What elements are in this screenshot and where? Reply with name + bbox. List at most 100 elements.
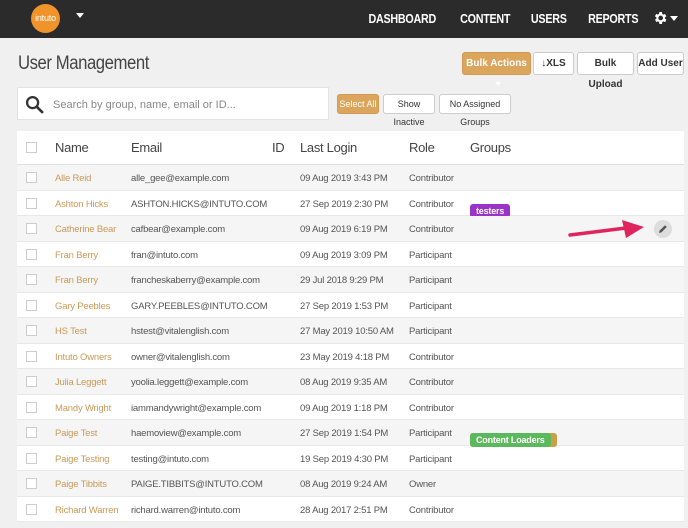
row-checkbox[interactable] bbox=[26, 503, 37, 515]
user-last-login: 09 Aug 2019 3:09 PM bbox=[300, 249, 388, 261]
top-nav-bar: intuto DASHBOARD CONTENT USERS REPORTS bbox=[0, 0, 688, 38]
row-checkbox[interactable] bbox=[26, 248, 37, 260]
user-last-login: 23 May 2019 4:18 PM bbox=[300, 351, 390, 363]
user-last-login: 27 Sep 2019 1:53 PM bbox=[300, 300, 389, 312]
user-email: PAIGE.TIBBITS@INTUTO.COM bbox=[131, 479, 263, 490]
table-row[interactable]: HS Test hstest@vitalenglish.com 27 May 201… bbox=[17, 318, 684, 344]
user-last-login: 27 Sep 2019 2:30 PM bbox=[300, 198, 389, 210]
add-user-button[interactable]: Add User bbox=[637, 52, 684, 75]
table-row[interactable]: Paige Tibbits PAIGE.TIBBITS@INTUTO.COM 08 … bbox=[17, 471, 684, 497]
gear-icon[interactable] bbox=[652, 10, 668, 26]
select-all-checkbox[interactable] bbox=[26, 142, 37, 153]
user-email: francheskaberry@example.com bbox=[131, 275, 260, 286]
user-role: Participant bbox=[409, 453, 452, 465]
user-email: alle_gee@example.com bbox=[131, 173, 230, 184]
nav-content[interactable]: CONTENT bbox=[460, 12, 510, 26]
user-name-link[interactable]: Paige Testing bbox=[55, 454, 109, 465]
row-checkbox[interactable] bbox=[26, 401, 37, 413]
user-last-login: 28 Aug 2017 2:51 PM bbox=[300, 504, 388, 516]
header-role[interactable]: Role bbox=[409, 140, 435, 155]
user-name-link[interactable]: Julia Leggett bbox=[55, 377, 106, 388]
user-name-link[interactable]: Paige Tibbits bbox=[55, 479, 107, 490]
row-checkbox[interactable] bbox=[26, 478, 37, 489]
user-name-link[interactable]: Paige Test bbox=[55, 428, 97, 439]
row-checkbox[interactable] bbox=[26, 376, 37, 387]
annotation-arrow bbox=[568, 220, 644, 238]
user-role: Contributor bbox=[409, 198, 454, 210]
row-checkbox[interactable] bbox=[26, 274, 37, 285]
user-role: Participant bbox=[409, 275, 452, 286]
table-row[interactable]: Gary Peebles GARY.PEEBLES@INTUTO.COM 27 Se… bbox=[17, 293, 684, 318]
user-name-link[interactable]: Catherine Bear bbox=[55, 224, 116, 235]
nav-users[interactable]: USERS bbox=[531, 12, 567, 26]
row-checkbox[interactable] bbox=[26, 299, 37, 311]
user-email: iammandywright@example.com bbox=[131, 402, 262, 414]
search-input[interactable] bbox=[53, 96, 323, 113]
header-id[interactable]: ID bbox=[272, 140, 285, 155]
user-last-login: 27 May 2019 10:50 AM bbox=[300, 326, 394, 337]
export-xls-button[interactable]: ↓XLS bbox=[533, 52, 574, 75]
search-box bbox=[17, 87, 329, 120]
user-role: Participant bbox=[409, 428, 452, 439]
user-last-login: 09 Aug 2019 6:19 PM bbox=[300, 224, 388, 235]
header-name[interactable]: Name bbox=[55, 140, 89, 155]
user-name-link[interactable]: Fran Berry bbox=[55, 250, 98, 261]
user-last-login: 19 Sep 2019 4:30 PM bbox=[300, 453, 389, 465]
user-last-login: 09 Aug 2019 3:43 PM bbox=[300, 173, 388, 184]
table-row[interactable]: Julia Leggett yoolia.leggett@example.com 0… bbox=[17, 369, 684, 395]
table-row[interactable]: Fran Berry fran@intuto.com 09 Aug 2019 3:0… bbox=[17, 242, 684, 267]
row-checkbox[interactable] bbox=[26, 172, 37, 183]
header-last-login[interactable]: Last Login bbox=[300, 140, 357, 155]
table-row[interactable]: Mandy Wright iammandywright@example.com 09… bbox=[17, 395, 684, 420]
user-name-link[interactable]: Fran Berry bbox=[55, 275, 98, 286]
page-title: User Management bbox=[18, 53, 149, 74]
select-all-button[interactable]: Select All bbox=[337, 94, 379, 114]
users-table: Name Email ID Last Login Role Groups All… bbox=[17, 131, 684, 522]
bulk-actions-button[interactable]: Bulk Actions bbox=[462, 52, 531, 87]
chevron-down-icon[interactable] bbox=[76, 13, 84, 18]
search-icon bbox=[25, 95, 44, 114]
row-checkbox[interactable] bbox=[26, 325, 37, 336]
user-role: Contributor bbox=[409, 377, 454, 388]
edit-user-button[interactable] bbox=[654, 220, 672, 238]
user-last-login: 27 Sep 2019 1:54 PM bbox=[300, 428, 389, 439]
user-name-link[interactable]: Gary Peebles bbox=[55, 301, 110, 312]
user-name-link[interactable]: Mandy Wright bbox=[55, 403, 111, 414]
user-last-login: 08 Aug 2019 9:35 AM bbox=[300, 377, 388, 388]
nav-dashboard[interactable]: DASHBOARD bbox=[369, 12, 437, 26]
bulk-upload-button[interactable]: Bulk Upload bbox=[577, 52, 634, 90]
table-row[interactable]: Fran Berry francheskaberry@example.com 29 … bbox=[17, 267, 684, 293]
table-row[interactable]: Paige Test haemoview@example.com 27 Sep 20… bbox=[17, 420, 684, 447]
table-row[interactable]: Paige Testing testing@intuto.com 19 Sep 20… bbox=[17, 446, 684, 471]
table-row[interactable]: Alle Reid alle_gee@example.com 09 Aug 2019… bbox=[17, 165, 684, 191]
row-checkbox[interactable] bbox=[26, 427, 37, 438]
user-email: richard.warren@intuto.com bbox=[131, 504, 241, 516]
chevron-down-icon[interactable] bbox=[670, 16, 678, 21]
user-last-login: 09 Aug 2019 1:18 PM bbox=[300, 402, 388, 414]
user-role: Participant bbox=[409, 249, 452, 261]
nav-reports[interactable]: REPORTS bbox=[588, 12, 638, 26]
header-email[interactable]: Email bbox=[131, 140, 162, 155]
user-name-link[interactable]: Alle Reid bbox=[55, 173, 91, 184]
intuto-logo[interactable]: intuto bbox=[31, 4, 60, 33]
table-row[interactable]: Intuto Owners owner@vitalenglish.com 23 Ma… bbox=[17, 344, 684, 369]
user-email: owner@vitalenglish.com bbox=[131, 351, 230, 363]
user-role: Contributor bbox=[409, 504, 454, 516]
show-inactive-button[interactable]: Show Inactive bbox=[383, 94, 435, 127]
table-row[interactable]: Ashton Hicks ASHTON.HICKS@INTUTO.COM 27 Se… bbox=[17, 191, 684, 218]
user-name-link[interactable]: Intuto Owners bbox=[55, 352, 112, 363]
pencil-icon bbox=[659, 225, 667, 233]
user-email: yoolia.leggett@example.com bbox=[131, 377, 248, 388]
user-name-link[interactable]: HS Test bbox=[55, 326, 87, 337]
user-name-link[interactable]: Richard Warren bbox=[55, 505, 119, 516]
user-email: ASHTON.HICKS@INTUTO.COM bbox=[131, 198, 268, 210]
row-checkbox[interactable] bbox=[26, 197, 37, 209]
table-row[interactable]: Richard Warren richard.warren@intuto.com 2… bbox=[17, 497, 684, 522]
user-name-link[interactable]: Ashton Hicks bbox=[55, 199, 108, 210]
row-checkbox[interactable] bbox=[26, 452, 37, 464]
row-checkbox[interactable] bbox=[26, 350, 37, 362]
user-email: hstest@vitalenglish.com bbox=[131, 326, 229, 337]
row-checkbox[interactable] bbox=[26, 223, 37, 234]
no-assigned-groups-button[interactable]: No Assigned Groups bbox=[439, 94, 511, 127]
user-email: GARY.PEEBLES@INTUTO.COM bbox=[131, 300, 268, 312]
